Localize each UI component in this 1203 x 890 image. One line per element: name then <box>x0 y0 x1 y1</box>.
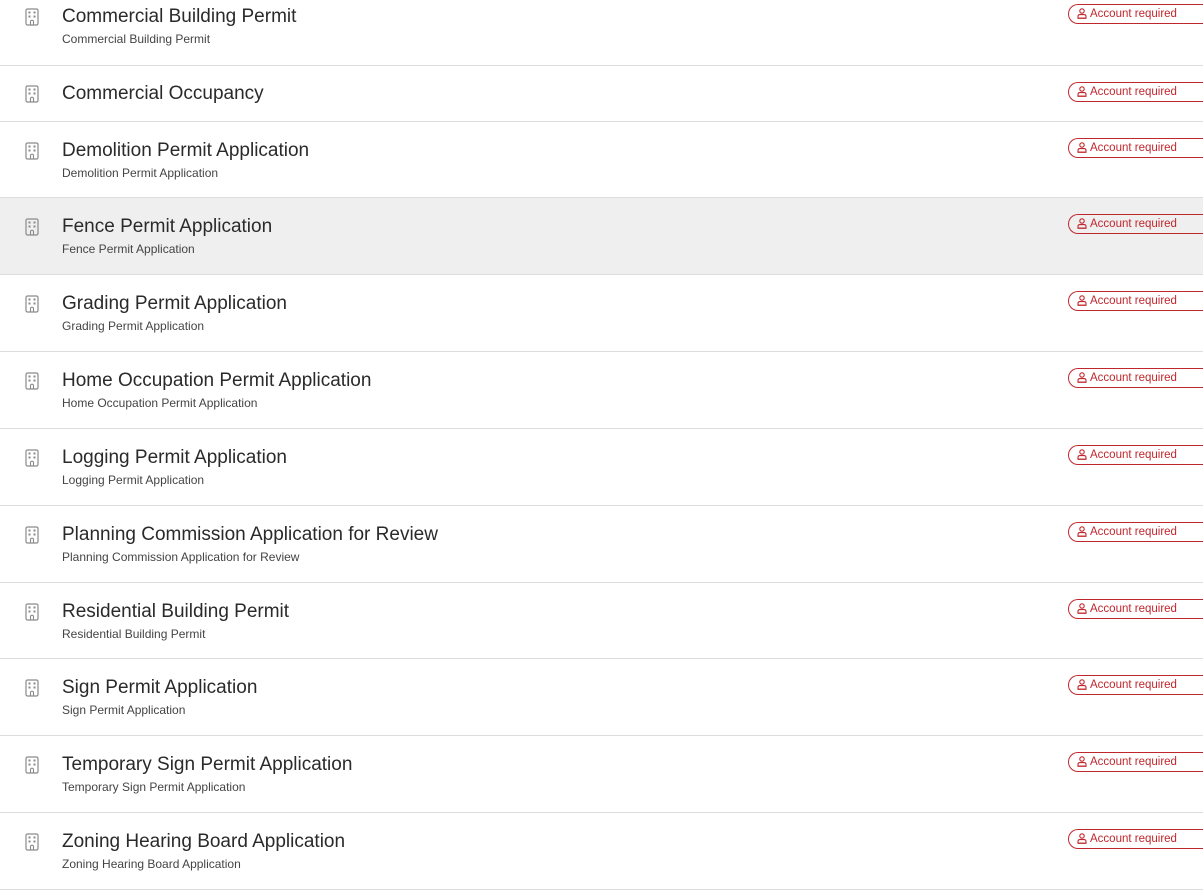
account-required-badge: Account required <box>1068 214 1203 234</box>
building-icon <box>25 85 39 103</box>
account-required-badge: Account required <box>1068 675 1203 695</box>
building-icon <box>25 372 39 390</box>
user-icon <box>1077 602 1087 614</box>
building-icon <box>25 295 39 313</box>
building-icon <box>25 679 39 697</box>
item-subtitle: Logging Permit Application <box>62 473 205 487</box>
badge-label: Account required <box>1090 218 1177 230</box>
list-item[interactable]: Temporary Sign Permit Application Tempora… <box>0 736 1203 813</box>
list-item[interactable]: Residential Building Permit Residential B… <box>0 583 1203 659</box>
user-icon <box>1077 217 1087 229</box>
badge-label: Account required <box>1090 603 1177 615</box>
item-title[interactable]: Planning Commission Application for Revi… <box>62 524 438 546</box>
building-icon <box>25 142 39 160</box>
list-item[interactable]: Home Occupation Permit Application Home O… <box>0 352 1203 429</box>
user-icon <box>1077 755 1087 767</box>
item-subtitle: Sign Permit Application <box>62 703 186 717</box>
item-subtitle: Demolition Permit Application <box>62 166 219 180</box>
badge-label: Account required <box>1090 833 1177 845</box>
badge-label: Account required <box>1090 449 1177 461</box>
badge-label: Account required <box>1090 295 1177 307</box>
user-icon <box>1077 525 1087 537</box>
building-icon <box>25 8 39 26</box>
account-required-badge: Account required <box>1068 599 1203 619</box>
account-required-badge: Account required <box>1068 138 1203 158</box>
badge-label: Account required <box>1090 142 1177 154</box>
item-title[interactable]: Home Occupation Permit Application <box>62 370 371 392</box>
list-item[interactable]: Grading Permit Application Grading Permit… <box>0 275 1203 352</box>
item-subtitle: Home Occupation Permit Application <box>62 396 258 410</box>
building-icon <box>25 526 39 544</box>
item-title[interactable]: Demolition Permit Application <box>62 140 309 162</box>
item-subtitle: Temporary Sign Permit Application <box>62 780 246 794</box>
item-title[interactable]: Commercial Occupancy <box>62 83 264 105</box>
item-subtitle: Commercial Building Permit <box>62 32 211 46</box>
account-required-badge: Account required <box>1068 4 1203 24</box>
account-required-badge: Account required <box>1068 368 1203 388</box>
user-icon <box>1077 448 1087 460</box>
building-icon <box>25 756 39 774</box>
item-title[interactable]: Grading Permit Application <box>62 293 287 315</box>
user-icon <box>1077 832 1087 844</box>
item-subtitle: Planning Commission Application for Revi… <box>62 550 300 564</box>
user-icon <box>1077 678 1087 690</box>
item-subtitle: Residential Building Permit <box>62 627 206 641</box>
list-item[interactable]: Commercial Occupancy Account required <box>0 66 1203 122</box>
list-item[interactable]: Demolition Permit Application Demolition … <box>0 122 1203 198</box>
list-item[interactable]: Planning Commission Application for Revi… <box>0 506 1203 583</box>
badge-label: Account required <box>1090 8 1177 20</box>
list-item[interactable]: Logging Permit Application Logging Permit… <box>0 429 1203 506</box>
building-icon <box>25 603 39 621</box>
item-subtitle: Fence Permit Application <box>62 242 195 256</box>
item-subtitle: Grading Permit Application <box>62 319 205 333</box>
item-title[interactable]: Commercial Building Permit <box>62 6 296 28</box>
item-title[interactable]: Zoning Hearing Board Application <box>62 831 345 853</box>
list-item[interactable]: Zoning Hearing Board Application Zoning H… <box>0 813 1203 890</box>
user-icon <box>1077 141 1087 153</box>
badge-label: Account required <box>1090 756 1177 768</box>
badge-label: Account required <box>1090 679 1177 691</box>
item-title[interactable]: Logging Permit Application <box>62 447 287 469</box>
user-icon <box>1077 7 1087 19</box>
badge-label: Account required <box>1090 86 1177 98</box>
account-required-badge: Account required <box>1068 752 1203 772</box>
item-title[interactable]: Fence Permit Application <box>62 216 272 238</box>
list-item[interactable]: Fence Permit Application Fence Permit App… <box>0 198 1203 275</box>
item-subtitle: Zoning Hearing Board Application <box>62 857 241 871</box>
item-title[interactable]: Temporary Sign Permit Application <box>62 754 352 776</box>
account-required-badge: Account required <box>1068 291 1203 311</box>
list-item[interactable]: Sign Permit Application Sign Permit Appli… <box>0 659 1203 736</box>
item-title[interactable]: Residential Building Permit <box>62 601 289 623</box>
building-icon <box>25 449 39 467</box>
account-required-badge: Account required <box>1068 445 1203 465</box>
account-required-badge: Account required <box>1068 82 1203 102</box>
building-icon <box>25 218 39 236</box>
badge-label: Account required <box>1090 526 1177 538</box>
item-title[interactable]: Sign Permit Application <box>62 677 257 699</box>
building-icon <box>25 833 39 851</box>
user-icon <box>1077 294 1087 306</box>
user-icon <box>1077 371 1087 383</box>
list-item[interactable]: Commercial Building Permit Commercial Bui… <box>0 0 1203 66</box>
account-required-badge: Account required <box>1068 522 1203 542</box>
badge-label: Account required <box>1090 372 1177 384</box>
user-icon <box>1077 85 1087 97</box>
account-required-badge: Account required <box>1068 829 1203 849</box>
